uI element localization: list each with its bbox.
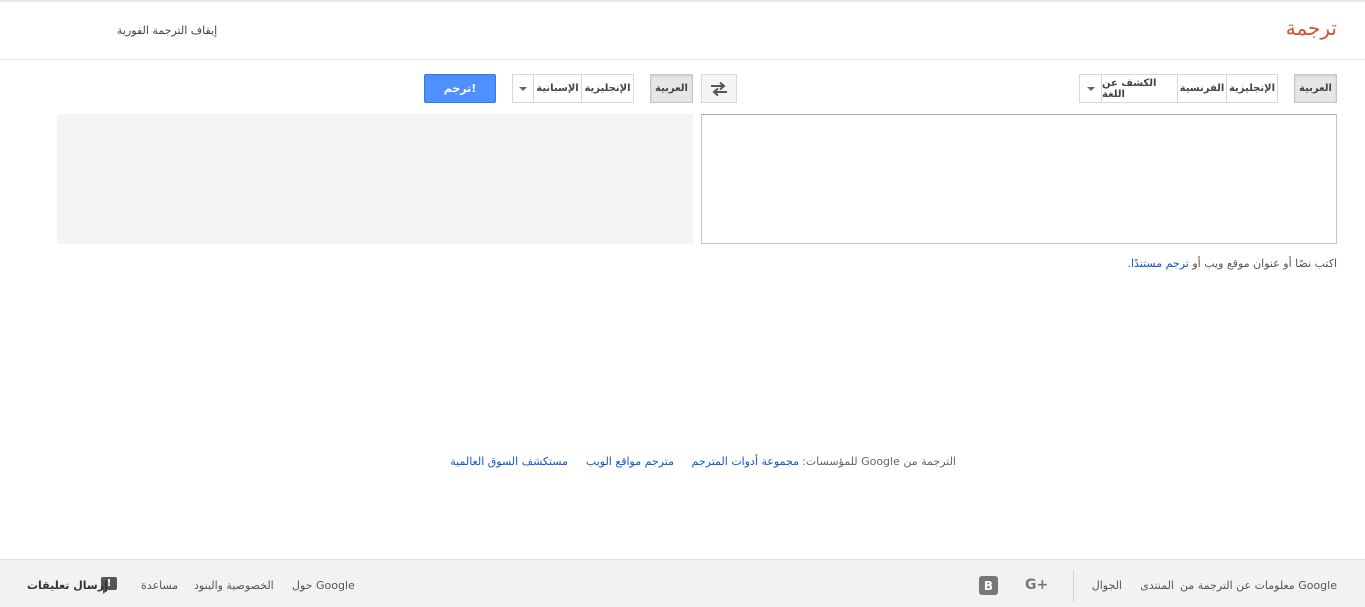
dropdown-arrow-icon bbox=[519, 86, 527, 91]
translation-result bbox=[57, 114, 693, 244]
website-translator-link[interactable]: مترجم مواقع الويب bbox=[586, 455, 674, 468]
instant-translation-toggle[interactable]: إيقاف الترجمة الفورية bbox=[117, 24, 217, 37]
input-hint: اكتب نصًا أو عنوان موقع ويب أو ترجم مستن… bbox=[1127, 257, 1337, 270]
brand-title[interactable]: ترجمة bbox=[1286, 16, 1337, 40]
swap-icon bbox=[711, 81, 727, 96]
hint-prefix: اكتب نصًا أو عنوان موقع ويب أو bbox=[1188, 257, 1337, 270]
target-lang-english[interactable]: الإنجليزية bbox=[581, 74, 634, 103]
swap-languages-button[interactable] bbox=[701, 74, 737, 103]
target-lang-more[interactable] bbox=[512, 74, 534, 103]
source-lang-detect[interactable]: الكشف عن اللغة bbox=[1101, 74, 1178, 103]
footer-community[interactable]: المنتدى bbox=[1140, 579, 1174, 592]
source-lang-more[interactable] bbox=[1079, 74, 1102, 103]
business-label: الترجمة من Google للمؤسسات: bbox=[802, 455, 956, 468]
target-lang-arabic[interactable]: العربية bbox=[650, 74, 693, 103]
footer: معلومات عن الترجمة من Google المنتدى الج… bbox=[0, 559, 1365, 607]
target-lang-spanish[interactable]: الإسبانية bbox=[533, 74, 582, 103]
header: ترجمة إيقاف الترجمة الفورية bbox=[0, 2, 1365, 60]
translate-button[interactable]: ترجم! bbox=[424, 74, 496, 103]
source-lang-arabic[interactable]: العربية bbox=[1294, 74, 1337, 103]
global-market-finder-link[interactable]: مستكشف السوق العالمية bbox=[450, 455, 568, 468]
translator-toolkit-link[interactable]: مجموعة أدوات المترجم bbox=[692, 455, 799, 468]
footer-help[interactable]: مساعدة bbox=[141, 579, 178, 592]
dropdown-arrow-icon bbox=[1086, 86, 1095, 91]
blogger-icon[interactable]: B bbox=[979, 576, 998, 595]
footer-about-translate[interactable]: معلومات عن الترجمة من Google bbox=[1180, 579, 1337, 592]
translate-document-link[interactable]: ترجم مستندًا bbox=[1131, 257, 1189, 270]
footer-about-google[interactable]: حول Google bbox=[292, 579, 355, 592]
footer-privacy[interactable]: الخصوصية والبنود bbox=[194, 579, 274, 592]
footer-divider bbox=[1073, 570, 1074, 602]
footer-feedback[interactable]: إرسال تعليقات bbox=[27, 579, 108, 592]
footer-mobile[interactable]: الجوال bbox=[1092, 579, 1122, 592]
source-text-input[interactable] bbox=[701, 114, 1337, 244]
google-plus-icon[interactable]: G+ bbox=[1025, 577, 1048, 593]
business-tools: الترجمة من Google للمؤسسات: مجموعة أدوات… bbox=[450, 455, 956, 473]
source-lang-french[interactable]: الفرنسية bbox=[1177, 74, 1227, 103]
source-lang-english[interactable]: الإنجليزية bbox=[1226, 74, 1278, 103]
